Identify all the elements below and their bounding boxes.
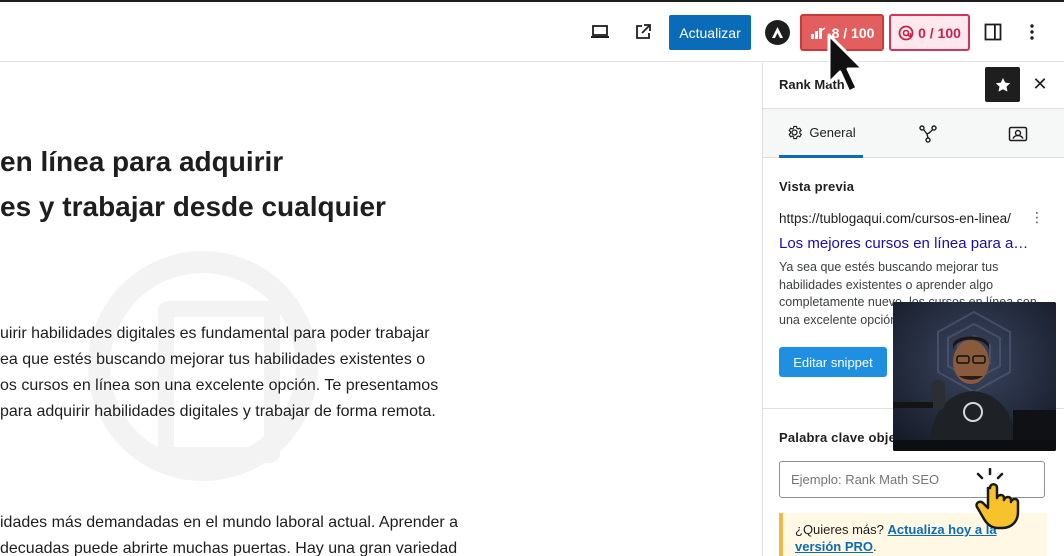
- paragraph-line: uirir habilidades digitales es fundament…: [0, 325, 430, 342]
- upgrade-link-pro[interactable]: versión PRO: [795, 539, 873, 554]
- tab-general-label: General: [809, 124, 856, 140]
- mouse-cursor-icon: [826, 32, 865, 99]
- edit-snippet-button[interactable]: Editar snippet: [779, 347, 887, 377]
- readability-score-button[interactable]: 0 / 100: [889, 14, 970, 51]
- astra-icon[interactable]: [765, 20, 790, 45]
- paragraph-line: idades más demandadas en el mundo labora…: [0, 514, 459, 531]
- preview-url: https://tublogaqui.com/cursos-en-linea/: [779, 211, 1011, 226]
- kebab-menu-icon[interactable]: [1018, 18, 1046, 46]
- readability-icon: [898, 25, 914, 40]
- paragraph-block[interactable]: uirir habilidades digitales es fundament…: [0, 321, 760, 425]
- tab-social[interactable]: [993, 109, 1043, 158]
- hand-pointer-icon: [970, 467, 1036, 535]
- webcam-overlay: [893, 302, 1056, 451]
- notice-end: .: [873, 539, 877, 554]
- editor-canvas[interactable]: en línea para adquirir es y trabajar des…: [0, 63, 762, 556]
- title-line: es y trabajar desde cualquier: [0, 191, 386, 222]
- preview-seo-title: Los mejores cursos en línea para a…: [779, 235, 1029, 252]
- paragraph-line: os cursos en línea son una excelente opc…: [0, 377, 439, 394]
- sidebar-toggle-icon[interactable]: [979, 18, 1007, 46]
- preview-heading: Vista previa: [779, 179, 855, 194]
- paragraph-line: para adquirir habilidades digitales y tr…: [0, 403, 436, 420]
- tab-general[interactable]: General: [779, 109, 863, 158]
- schema-icon: [919, 124, 937, 143]
- tab-schema[interactable]: [903, 109, 953, 158]
- seo-score-icon: [810, 26, 825, 39]
- social-image-icon: [1008, 126, 1028, 141]
- external-link-icon[interactable]: [629, 18, 657, 46]
- paragraph-block[interactable]: idades más demandadas en el mundo labora…: [0, 510, 760, 556]
- editor-toolbar: Actualizar 8 / 100 0 / 100: [0, 0, 1064, 62]
- sidebar-tabs: General: [763, 108, 1064, 158]
- readability-score-value: 0 / 100: [918, 24, 961, 41]
- close-icon[interactable]: ✕: [1029, 73, 1051, 95]
- paragraph-line: ea que estés buscando mejorar tus habili…: [0, 351, 426, 368]
- laptop-icon[interactable]: [586, 18, 614, 46]
- paragraph-line: decuadas puede abrirte muchas puertas. H…: [0, 540, 458, 556]
- post-title[interactable]: en línea para adquirir es y trabajar des…: [0, 139, 750, 229]
- preview-options-icon[interactable]: ⋮: [1030, 209, 1044, 226]
- update-button[interactable]: Actualizar: [669, 15, 751, 50]
- title-line: en línea para adquirir: [0, 146, 284, 177]
- gear-icon: [788, 125, 803, 139]
- notice-text: ¿Quieres más?: [795, 522, 888, 537]
- star-icon[interactable]: [985, 67, 1020, 102]
